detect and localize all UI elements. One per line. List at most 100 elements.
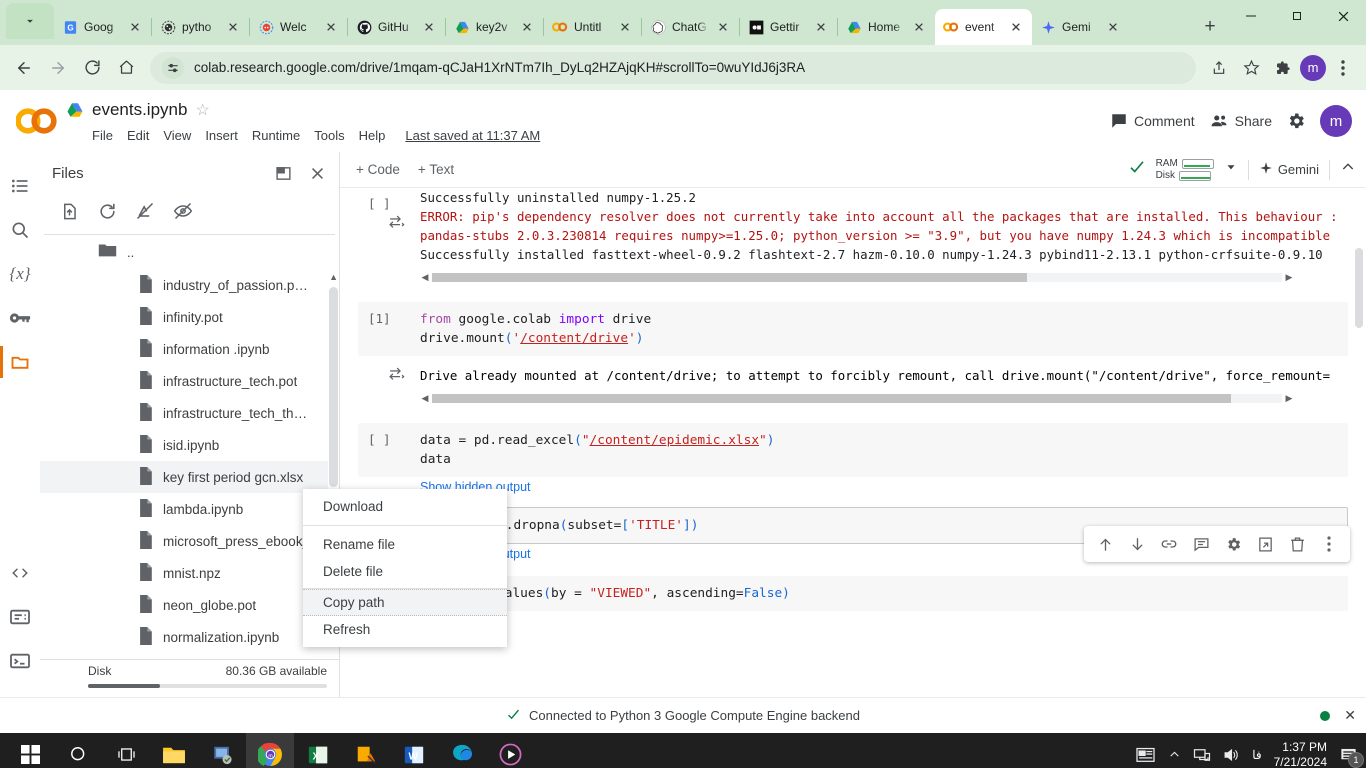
page-title[interactable]: events.ipynb xyxy=(92,100,187,120)
browser-menu-icon[interactable] xyxy=(1328,53,1358,83)
file-row[interactable]: lambda.ipynb xyxy=(40,493,339,525)
menu-edit[interactable]: Edit xyxy=(127,128,149,143)
move-cell-down-icon[interactable] xyxy=(1124,531,1150,557)
new-window-icon[interactable] xyxy=(269,159,297,187)
context-menu-item-refresh[interactable]: Refresh xyxy=(303,616,507,643)
volume-icon[interactable] xyxy=(1223,747,1240,763)
network-icon[interactable] xyxy=(1193,747,1211,763)
delete-cell-icon[interactable] xyxy=(1284,531,1310,557)
task-view-icon[interactable] xyxy=(102,733,150,768)
tab-search-button[interactable] xyxy=(6,3,54,39)
browser-profile-avatar[interactable]: m xyxy=(1300,54,1326,81)
browser-tab[interactable]: Gemi xyxy=(1032,9,1129,45)
minimize-button[interactable] xyxy=(1228,0,1274,32)
home-button[interactable] xyxy=(110,52,142,84)
browser-tab[interactable]: key2v xyxy=(446,9,543,45)
maximize-button[interactable] xyxy=(1274,0,1320,32)
collapse-toolbar-icon[interactable] xyxy=(1340,159,1356,180)
browser-tab[interactable]: Welc xyxy=(250,9,347,45)
start-icon[interactable] xyxy=(6,733,54,768)
context-menu-item-rename-file[interactable]: Rename file xyxy=(303,531,507,558)
add-code-cell-button[interactable]: + Code xyxy=(356,162,400,177)
scroll-left-arrow-icon[interactable]: ◀ xyxy=(418,393,432,404)
new-tab-button[interactable]: + xyxy=(1196,13,1224,41)
file-row[interactable]: isid.ipynb xyxy=(40,429,339,461)
close-status-icon[interactable]: ✕ xyxy=(1344,707,1356,724)
file-row[interactable]: neon_globe.pot xyxy=(40,589,339,621)
secrets-key-icon[interactable] xyxy=(0,296,40,340)
toggle-hidden-files-icon[interactable] xyxy=(166,194,200,228)
context-menu-item-download[interactable]: Download xyxy=(303,493,507,520)
chrome-icon[interactable]: m xyxy=(246,733,294,768)
browser-tab-active[interactable]: event xyxy=(935,9,1032,45)
browser-tab[interactable]: Untitl xyxy=(544,9,641,45)
file-row[interactable]: infinity.pot xyxy=(40,301,339,333)
refresh-files-icon[interactable] xyxy=(90,194,124,228)
forward-button[interactable] xyxy=(42,52,74,84)
context-menu-item-delete-file[interactable]: Delete file xyxy=(303,558,507,585)
browser-tab[interactable]: ChatG xyxy=(642,9,739,45)
close-tab-icon[interactable] xyxy=(617,19,633,35)
parent-directory-row[interactable]: .. xyxy=(40,235,339,269)
news-weather-icon[interactable] xyxy=(1135,746,1156,763)
notebook-scrollbar[interactable] xyxy=(1354,188,1364,697)
output-horizontal-scrollbar[interactable]: ◀ ▶ xyxy=(418,270,1296,284)
resources-dropdown-icon[interactable] xyxy=(1224,160,1238,179)
search-icon[interactable] xyxy=(54,733,102,768)
close-tab-icon[interactable] xyxy=(715,19,731,35)
browser-tab[interactable]: pytho xyxy=(152,9,249,45)
menu-runtime[interactable]: Runtime xyxy=(252,128,300,143)
upload-file-icon[interactable] xyxy=(52,194,86,228)
close-window-button[interactable] xyxy=(1320,0,1366,32)
table-of-contents-icon[interactable] xyxy=(0,164,40,208)
settings-gear-icon[interactable] xyxy=(1286,111,1306,131)
menu-file[interactable]: File xyxy=(92,128,113,143)
browser-tab[interactable]: G Goog xyxy=(54,9,151,45)
more-options-icon[interactable] xyxy=(1316,531,1342,557)
mount-drive-off-icon[interactable] xyxy=(128,194,162,228)
variables-icon[interactable]: {x} xyxy=(0,252,40,296)
excel-icon[interactable]: X xyxy=(294,733,342,768)
edge-icon[interactable] xyxy=(438,733,486,768)
code-cell-editor[interactable]: [ ] data = pd.read_excel("/content/epide… xyxy=(358,423,1348,477)
search-icon[interactable] xyxy=(0,208,40,252)
address-bar[interactable]: colab.research.google.com/drive/1mqam-qC… xyxy=(150,51,1196,84)
share-button[interactable]: Share xyxy=(1209,112,1272,130)
word-icon[interactable]: W xyxy=(390,733,438,768)
show-hidden-icons-icon[interactable] xyxy=(1168,748,1181,761)
close-tab-icon[interactable] xyxy=(813,19,829,35)
menu-insert[interactable]: Insert xyxy=(205,128,238,143)
file-explorer-icon[interactable] xyxy=(150,733,198,768)
menu-help[interactable]: Help xyxy=(359,128,386,143)
snipping-tool-icon[interactable] xyxy=(342,733,390,768)
open-in-tab-icon[interactable] xyxy=(1252,531,1278,557)
browser-tab[interactable]: Gettir xyxy=(740,9,837,45)
bookmark-star-icon[interactable] xyxy=(1236,53,1266,83)
menu-view[interactable]: View xyxy=(163,128,191,143)
close-tab-icon[interactable] xyxy=(1105,19,1121,35)
scroll-right-arrow-icon[interactable]: ▶ xyxy=(1282,393,1296,404)
settings-icon[interactable] xyxy=(1220,531,1246,557)
share-page-icon[interactable] xyxy=(1204,53,1234,83)
clock[interactable]: 1:37 PM 7/21/2024 xyxy=(1274,740,1327,768)
close-tab-icon[interactable] xyxy=(421,19,437,35)
code-cell-editor[interactable]: [1] from google.colab import drive drive… xyxy=(358,302,1348,356)
browser-tab[interactable]: GitHu xyxy=(348,9,445,45)
output-arrow-icon[interactable] xyxy=(388,366,405,387)
media-player-icon[interactable] xyxy=(486,733,534,768)
scroll-left-arrow-icon[interactable]: ◀ xyxy=(418,272,432,283)
output-horizontal-scrollbar[interactable]: ◀ ▶ xyxy=(418,391,1296,405)
output-arrow-icon[interactable] xyxy=(388,214,405,237)
command-palette-icon[interactable] xyxy=(0,595,40,639)
close-tab-icon[interactable] xyxy=(519,19,535,35)
file-row[interactable]: normalization.ipynb xyxy=(40,621,339,653)
file-row[interactable]: mnist.npz xyxy=(40,557,339,589)
last-saved-label[interactable]: Last saved at 11:37 AM xyxy=(405,128,540,143)
menu-tools[interactable]: Tools xyxy=(314,128,344,143)
reload-button[interactable] xyxy=(76,52,108,84)
scroll-right-arrow-icon[interactable]: ▶ xyxy=(1282,272,1296,283)
file-row[interactable]: industry_of_passion.p… xyxy=(40,269,339,301)
notifications-icon[interactable]: 1 xyxy=(1339,746,1364,768)
close-tab-icon[interactable] xyxy=(225,19,241,35)
account-avatar[interactable]: m xyxy=(1320,105,1352,137)
